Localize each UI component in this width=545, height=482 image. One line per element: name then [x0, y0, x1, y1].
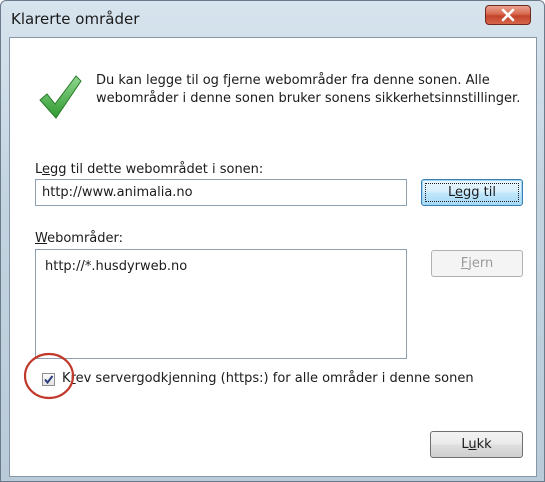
remove-button-rest: jern	[468, 256, 494, 271]
green-check-icon	[39, 75, 82, 119]
websites-label-accel: W	[35, 231, 48, 246]
add-button[interactable]: Legg til	[421, 179, 523, 206]
highlight-circle-annotation	[23, 352, 75, 400]
remove-button[interactable]: Fjern	[431, 250, 523, 277]
websites-list[interactable]: http://*.husdyrweb.no	[35, 249, 407, 359]
window-title: Klarerte områder	[11, 10, 140, 28]
add-site-label: Legg til dette webområdet i sonen:	[35, 162, 263, 177]
close-button-rest: kk	[476, 437, 492, 452]
close-button[interactable]	[485, 5, 531, 25]
https-label-rest: ev servergodkjenning (https:) for alle o…	[75, 371, 474, 386]
websites-label: Webområder:	[35, 231, 123, 246]
add-site-label-rest: gg til dette webområdet i sonen:	[50, 162, 264, 177]
websites-label-rest: ebområder:	[47, 231, 124, 246]
dialog-content: Du kan legge til og fjerne webområder fr…	[9, 37, 537, 477]
info-text: Du kan legge til og fjerne webområder fr…	[96, 73, 521, 106]
close-icon	[501, 8, 515, 22]
add-site-label-prefix: L	[35, 162, 43, 177]
close-button-accel: u	[468, 437, 477, 452]
https-checkbox-label[interactable]: Krev servergodkjenning (https:) for alle…	[62, 371, 474, 386]
add-site-label-accel: e	[42, 162, 51, 177]
title-bar[interactable]: Klarerte områder	[1, 1, 544, 37]
add-site-input[interactable]	[35, 179, 407, 206]
focus-rect	[425, 183, 519, 202]
dialog-window: Klarerte områder Du kan legge til og fje…	[0, 0, 545, 482]
close-dialog-button[interactable]: Lukk	[430, 431, 523, 458]
list-item[interactable]: http://*.husdyrweb.no	[45, 259, 187, 274]
